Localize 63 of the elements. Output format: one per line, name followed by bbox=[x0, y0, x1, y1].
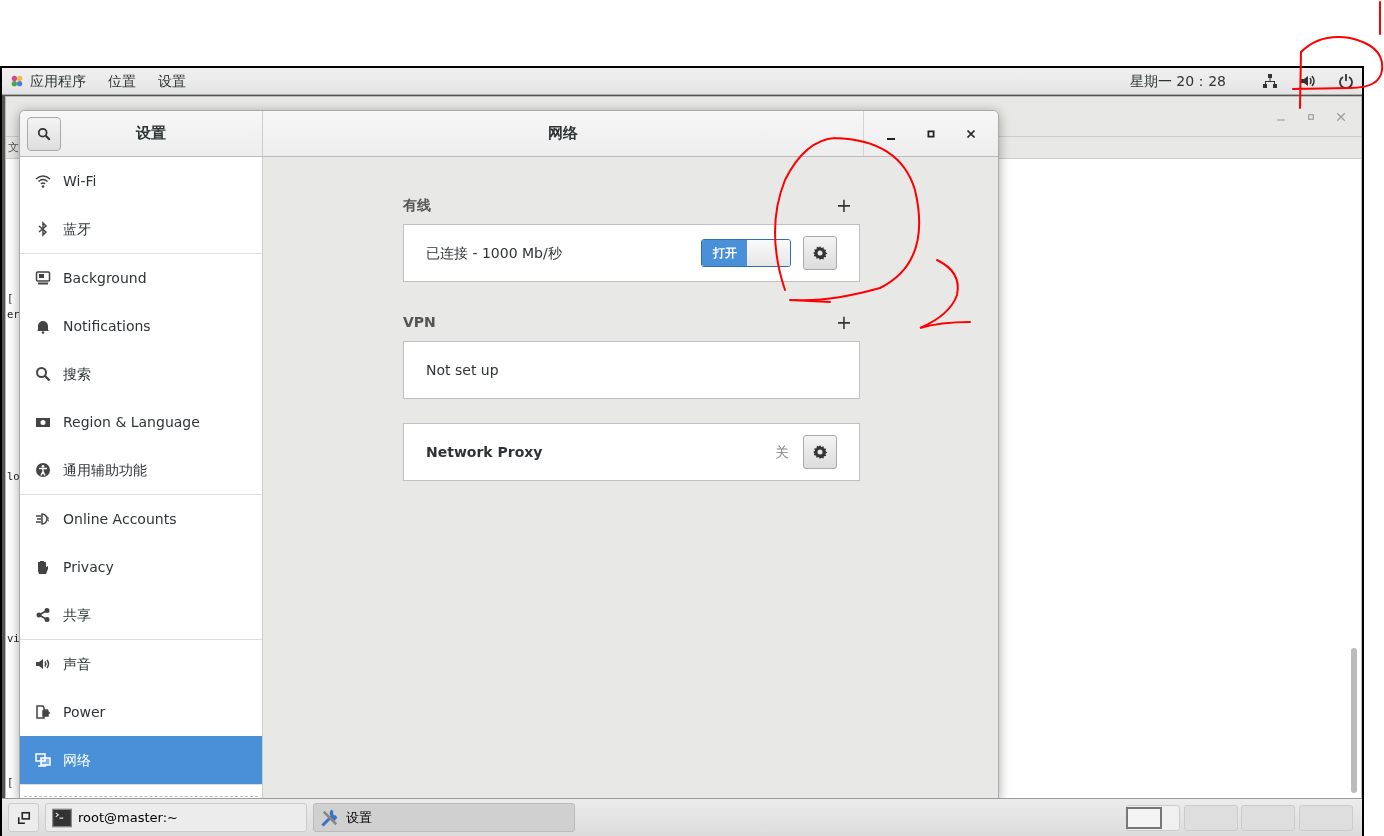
hand-icon bbox=[35, 559, 51, 575]
network-icon[interactable] bbox=[1262, 73, 1278, 89]
panel-clock[interactable]: 星期一 20：28 bbox=[1129, 70, 1226, 92]
window-title: 网络 bbox=[548, 124, 578, 143]
add-button[interactable]: + bbox=[836, 195, 852, 215]
terminal-text: lo bbox=[7, 469, 20, 483]
handwritten-numeral-drawing bbox=[919, 259, 971, 329]
tools-icon bbox=[320, 807, 340, 828]
vpn-status: Not set up bbox=[426, 360, 499, 380]
search-icon bbox=[37, 126, 51, 141]
sidebar-item[interactable]: Power bbox=[20, 688, 262, 736]
proxy-label: Network Proxy bbox=[426, 442, 544, 462]
sidebar-item[interactable]: Wi-Fi bbox=[20, 157, 262, 205]
panel-menu[interactable]: 位置 bbox=[108, 70, 136, 92]
gear-icon bbox=[812, 444, 828, 460]
connection-status: 已连接 - 1000 Mb/秒 bbox=[426, 243, 563, 263]
speaker-icon bbox=[35, 656, 51, 672]
section-heading: VPN bbox=[403, 312, 436, 332]
computers-icon bbox=[35, 752, 51, 768]
search-button[interactable] bbox=[27, 116, 61, 151]
show-desktop-button[interactable] bbox=[8, 803, 39, 832]
section-heading: 有线 bbox=[403, 195, 431, 215]
sidebar-item[interactable]: Online Accounts bbox=[20, 495, 262, 543]
sidebar-item[interactable]: Region & Language bbox=[20, 398, 262, 446]
settings-button[interactable] bbox=[803, 435, 837, 469]
taskbar-button[interactable]: 设置 bbox=[313, 803, 575, 832]
sidebar-item[interactable]: 声音 bbox=[20, 640, 262, 688]
sidebar-title: 设置 bbox=[136, 124, 166, 143]
wifi-icon bbox=[35, 173, 51, 189]
terminal-text: er bbox=[7, 307, 20, 321]
taskbar-button[interactable]: root@master:~ bbox=[45, 803, 307, 832]
workspace-button[interactable] bbox=[1126, 804, 1180, 831]
applications-menu[interactable]: 应用程序 bbox=[30, 70, 86, 92]
windows-icon bbox=[16, 810, 31, 825]
settings-button[interactable] bbox=[803, 236, 837, 270]
accessibility-icon bbox=[35, 462, 51, 478]
scrollbar[interactable] bbox=[1351, 648, 1357, 793]
search-icon bbox=[35, 366, 51, 382]
menu-item[interactable]: 文 bbox=[8, 141, 19, 154]
power-plug-icon bbox=[35, 704, 51, 720]
proxy-status: 关 bbox=[775, 442, 789, 462]
app-menu-icon bbox=[10, 74, 24, 88]
gear-icon bbox=[812, 245, 828, 261]
add-button[interactable]: + bbox=[836, 312, 852, 332]
accounts-icon bbox=[35, 511, 51, 527]
sidebar-item[interactable]: Notifications bbox=[20, 302, 262, 350]
sidebar-item[interactable]: 蓝牙 bbox=[20, 205, 262, 253]
terminal-text: [ bbox=[7, 291, 14, 305]
share-icon bbox=[35, 607, 51, 623]
power-icon[interactable] bbox=[1338, 73, 1354, 89]
sidebar-item[interactable]: 搜索 bbox=[20, 350, 262, 398]
volume-icon[interactable] bbox=[1300, 73, 1316, 89]
sidebar-item[interactable]: Background bbox=[20, 254, 262, 302]
panel-menu[interactable]: 设置 bbox=[158, 70, 186, 92]
sidebar-item[interactable]: 通用辅助功能 bbox=[20, 446, 262, 494]
terminal-text: vi bbox=[7, 631, 20, 645]
terminal-text: [ bbox=[7, 775, 14, 789]
sidebar-item[interactable]: 共享 bbox=[20, 591, 262, 639]
terminal-icon bbox=[52, 807, 72, 828]
bell-icon bbox=[35, 318, 51, 334]
sidebar-item[interactable]: Privacy bbox=[20, 543, 262, 591]
close-icon[interactable] bbox=[1335, 110, 1347, 123]
monitor-icon bbox=[35, 270, 51, 286]
